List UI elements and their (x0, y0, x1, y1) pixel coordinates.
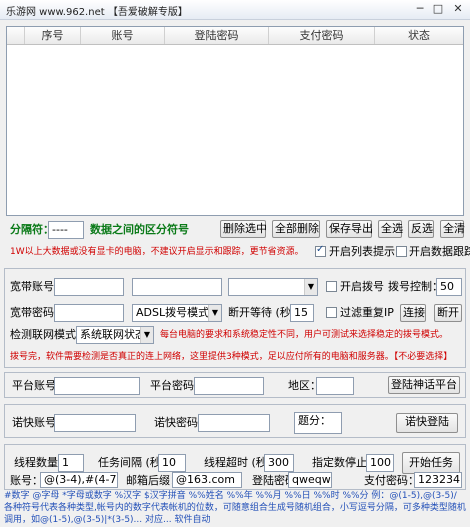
broadband-extra-input[interactable] (132, 278, 222, 296)
dial-checkbox[interactable] (326, 281, 337, 292)
account-pattern-input[interactable]: @(3-4),#(4-7) (40, 472, 118, 488)
table-header: 序号 账号 登陆密码 支付密码 状态 (7, 27, 463, 45)
table-header-blank (7, 27, 25, 44)
minimize-button[interactable]: ─ (412, 2, 428, 16)
account-pattern-label: 账号： (10, 474, 43, 487)
data-track-checkbox[interactable] (396, 246, 407, 257)
adsl-mode-select[interactable]: ADSL拨号模式一 ▼ (132, 304, 222, 322)
nuoxun-password-input[interactable] (198, 414, 270, 432)
delete-selected-button[interactable]: 删除选中 (220, 220, 267, 238)
dial-note: 拨号完，软件需要检测是否真正的连上网络，这里提供3种模式，足以应付所有的电脑和服… (10, 352, 453, 362)
maximize-button[interactable]: □ (430, 2, 446, 16)
performance-warning: 1W以上大数据或没有显卡的电脑，不建议开启显示和跟踪，更节省资源。 (10, 247, 304, 257)
detect-mode-description: 每台电脑的要求和系统稳定性不同，用户可测试来选择稳定的拨号模式。 (160, 330, 449, 340)
data-track-label: 开启数据跟踪 (409, 245, 470, 258)
close-button[interactable]: ✕ (450, 2, 466, 16)
chevron-down-icon: ▼ (140, 327, 153, 343)
separator-input[interactable]: ---- (48, 221, 84, 239)
filter-ip-label: 过滤重复IP (340, 306, 394, 319)
threads-input[interactable]: 1 (58, 454, 84, 472)
disconnect-button[interactable]: 断开 (434, 304, 462, 322)
column-header-index[interactable]: 序号 (25, 27, 81, 44)
points-display: 题分： (294, 412, 342, 434)
save-export-button[interactable]: 保存导出 (326, 220, 373, 238)
clear-all-button[interactable]: 全清 (440, 220, 465, 238)
column-header-pay-password[interactable]: 支付密码 (269, 27, 375, 44)
dial-label: 开启拨号 (340, 280, 384, 293)
window-title: 乐游网 www.962.net 【吾爱破解专版】 (6, 7, 188, 18)
login-password-input[interactable]: qweqwe123 (288, 472, 332, 488)
column-header-account[interactable]: 账号 (81, 27, 165, 44)
broadband-password-input[interactable] (54, 304, 124, 322)
detect-mode-select[interactable]: 系统联网状态 ▼ (76, 326, 154, 344)
syntax-help-text: #数字 @字母 *字母或数字 %汉字 $汉字拼音 %%姓名 %%年 %%月 %%… (4, 491, 466, 525)
platform-password-input[interactable] (194, 377, 264, 395)
timeout-input[interactable]: 300 (264, 454, 294, 472)
dial-control-input[interactable]: 50 (436, 278, 462, 296)
delete-all-button[interactable]: 全部删除 (272, 220, 320, 238)
nuoxun-account-input[interactable] (54, 414, 136, 432)
separator-hint: 数据之间的区分符号 (90, 223, 189, 236)
column-header-status[interactable]: 状态 (375, 27, 463, 44)
nuoxun-login-button[interactable]: 诺快登陆 (396, 413, 458, 433)
interval-input[interactable]: 10 (158, 454, 186, 472)
list-tip-checkbox[interactable] (315, 244, 326, 257)
start-task-button[interactable]: 开始任务 (402, 452, 460, 474)
wait-input[interactable]: 15 (290, 304, 314, 322)
email-suffix-input[interactable]: @163.com (172, 472, 242, 488)
region-input[interactable] (316, 377, 354, 395)
chevron-down-icon: ▼ (208, 305, 221, 321)
list-tip-label: 开启列表提示 (329, 245, 395, 258)
filter-ip-checkbox[interactable] (326, 307, 337, 318)
platform-account-input[interactable] (54, 377, 140, 395)
title-bar: 乐游网 www.962.net 【吾爱破解专版】 ─ □ ✕ (0, 0, 470, 20)
chevron-down-icon: ▼ (304, 279, 317, 295)
broadband-dropdown[interactable]: ▼ (228, 278, 318, 296)
platform-login-button[interactable]: 登陆神话平台 (388, 376, 460, 394)
detect-mode-value: 系统联网状态 (80, 328, 146, 341)
column-header-login-password[interactable]: 登陆密码 (165, 27, 269, 44)
pay-password-input[interactable]: 123234 (414, 472, 462, 488)
stop-count-input[interactable]: 100 (366, 454, 394, 472)
broadband-account-input[interactable] (54, 278, 124, 296)
invert-selection-button[interactable]: 反选 (408, 220, 434, 238)
connect-button[interactable]: 连接 (400, 304, 426, 322)
account-list-table[interactable]: 序号 账号 登陆密码 支付密码 状态 (6, 26, 464, 216)
pay-password-label: 支付密码： (364, 474, 419, 487)
dial-control-label: 拨号控制： (388, 280, 443, 293)
points-label: 题分： (298, 414, 331, 427)
select-all-button[interactable]: 全选 (378, 220, 403, 238)
